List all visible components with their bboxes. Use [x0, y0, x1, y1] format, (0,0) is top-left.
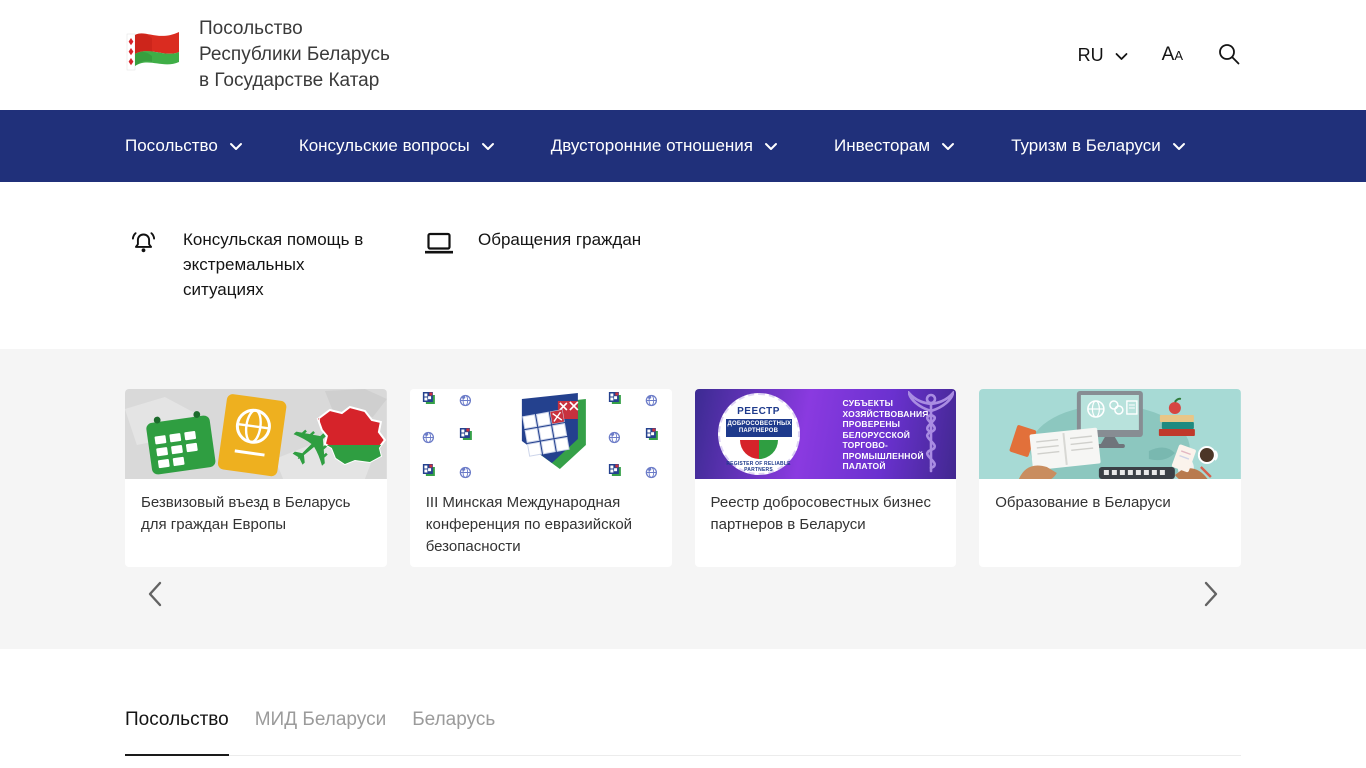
font-size-control[interactable]: AA	[1162, 44, 1183, 66]
main-navigation: Посольство Консульские вопросы Двусторон…	[0, 110, 1366, 182]
nav-item-investors[interactable]: Инвесторам	[834, 136, 955, 156]
language-current: RU	[1078, 45, 1104, 66]
tab-belarus[interactable]: Беларусь	[412, 709, 495, 756]
bell-icon	[130, 229, 157, 261]
font-size-large-label: A	[1162, 44, 1175, 66]
search-icon	[1217, 42, 1241, 69]
register-badge-disc	[740, 440, 778, 459]
card-title: Образование в Беларуси	[979, 479, 1241, 527]
register-badge-title: РЕЕСТР	[720, 406, 798, 417]
minsk-security-conference-emblem	[410, 389, 672, 479]
chevron-down-icon	[941, 136, 955, 156]
reliable-partners-register-banner: РЕЕСТР ДОБРОСОВЕСТНЫХ ПАРТНЕРОВ REGISTER…	[695, 389, 957, 479]
news-carousel-section: ✈ Безвизовый въезд в Беларусь для гражд	[0, 349, 1366, 649]
nav-item-bilateral-relations[interactable]: Двусторонние отношения	[551, 136, 778, 156]
nav-item-label: Консульские вопросы	[299, 136, 470, 156]
chevron-down-icon	[481, 136, 495, 156]
nav-item-label: Посольство	[125, 136, 218, 156]
site-title-line: в Государстве Катар	[199, 68, 390, 94]
education-illustration	[979, 389, 1241, 479]
chevron-right-icon	[1203, 580, 1219, 611]
chevron-down-icon	[1115, 45, 1128, 66]
nav-item-label: Инвесторам	[834, 136, 930, 156]
register-badge: РЕЕСТР ДОБРОСОВЕСТНЫХ ПАРТНЕРОВ REGISTER…	[718, 393, 800, 475]
site-header: Посольство Республики Беларусь в Государ…	[0, 0, 1366, 110]
language-selector[interactable]: RU	[1078, 45, 1128, 66]
quick-link-label: Обращения граждан	[478, 227, 641, 252]
tab-embassy[interactable]: Посольство	[125, 709, 229, 756]
tab-mfa-belarus[interactable]: МИД Беларуси	[255, 709, 386, 756]
chevron-down-icon	[1172, 136, 1186, 156]
quick-link-consular-help[interactable]: Консульская помощь в экстремальных ситуа…	[125, 227, 379, 302]
news-tabs: Посольство МИД Беларуси Беларусь	[125, 709, 1241, 756]
site-title-line: Посольство	[199, 16, 390, 42]
carousel-cards: ✈ Безвизовый въезд в Беларусь для гражд	[125, 349, 1241, 567]
belarus-flag-logo[interactable]	[125, 29, 181, 82]
nav-item-consular-issues[interactable]: Консульские вопросы	[299, 136, 495, 156]
carousel-card-education[interactable]: Образование в Беларуси	[979, 389, 1241, 567]
news-tabs-section: Посольство МИД Беларуси Беларусь	[125, 649, 1241, 756]
nav-item-label: Туризм в Беларуси	[1011, 136, 1161, 156]
caduceus-icon	[908, 391, 954, 479]
quick-link-label: Консульская помощь в экстремальных ситуа…	[183, 227, 379, 302]
laptop-icon	[423, 229, 455, 261]
search-button[interactable]	[1217, 42, 1241, 69]
carousel-card-partners-register[interactable]: РЕЕСТР ДОБРОСОВЕСТНЫХ ПАРТНЕРОВ REGISTER…	[695, 389, 957, 567]
carousel-prev-button[interactable]	[139, 579, 171, 611]
site-title-line: Республики Беларусь	[199, 42, 390, 68]
visa-free-entry-illustration: ✈	[125, 389, 387, 479]
card-title: Безвизовый въезд в Беларусь для граждан …	[125, 479, 387, 549]
font-size-small-label: A	[1174, 48, 1183, 63]
nav-item-tourism[interactable]: Туризм в Беларуси	[1011, 136, 1186, 156]
card-title: Реестр добросовестных бизнес партнеров в…	[695, 479, 957, 549]
register-badge-caption: REGISTER OF RELIABLE PARTNERS	[720, 461, 798, 473]
nav-item-label: Двусторонние отношения	[551, 136, 753, 156]
chevron-down-icon	[764, 136, 778, 156]
register-badge-box-line: ДОБРОСОВЕСТНЫХ	[728, 421, 790, 428]
carousel-card-visa-free[interactable]: ✈ Безвизовый въезд в Беларусь для гражд	[125, 389, 387, 567]
quick-link-citizen-appeals[interactable]: Обращения граждан	[423, 227, 641, 261]
carousel-next-button[interactable]	[1195, 579, 1227, 611]
carousel-card-minsk-conference[interactable]: III Минская Международная конференция по…	[410, 389, 672, 567]
quick-links-section: Консульская помощь в экстремальных ситуа…	[125, 182, 1241, 349]
belarus-flag-icon	[125, 64, 181, 81]
chevron-left-icon	[147, 580, 163, 611]
register-badge-box-line: ПАРТНЕРОВ	[728, 428, 790, 435]
site-title[interactable]: Посольство Республики Беларусь в Государ…	[199, 16, 390, 94]
card-title: III Минская Международная конференция по…	[410, 479, 672, 567]
nav-item-embassy[interactable]: Посольство	[125, 136, 243, 156]
chevron-down-icon	[229, 136, 243, 156]
